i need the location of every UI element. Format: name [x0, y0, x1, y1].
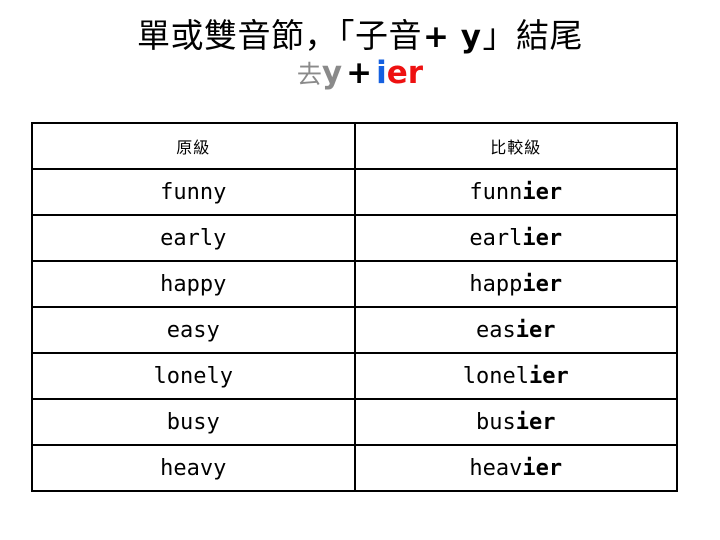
drop-label-cjk: 去	[296, 60, 322, 90]
comparative-table: 原級 比較級 funny funnier early earlier happy…	[31, 122, 678, 492]
header-cell-comparative: 比較級	[353, 122, 678, 170]
comparative-suffix: ier	[528, 363, 569, 389]
comparative-suffix: ier	[522, 271, 563, 297]
cell-comparative: happier	[353, 260, 678, 308]
drop-letter-y: y	[321, 55, 343, 92]
suffix-letter-i: i	[376, 55, 387, 92]
comparative-stem: heav	[469, 455, 523, 481]
cell-positive: early	[31, 214, 356, 262]
title-rule-prefix: 單或雙音節，「子音	[137, 16, 422, 55]
table-row: happy happier	[31, 260, 678, 308]
cell-positive: busy	[31, 398, 356, 446]
slide-title: 單或雙音節，「子音+ y」結尾 去y + ier	[0, 18, 720, 89]
table-row: early earlier	[31, 214, 678, 262]
cell-comparative: easier	[353, 306, 678, 354]
plus-operator-icon: +	[346, 55, 373, 92]
comparative-suffix: ier	[522, 179, 563, 205]
cell-comparative: funnier	[353, 168, 678, 216]
comparative-stem: eas	[476, 317, 516, 343]
table-row: easy easier	[31, 306, 678, 354]
title-rule-suffix: 」結尾	[482, 16, 583, 55]
cell-comparative: heavier	[353, 444, 678, 492]
table-row: funny funnier	[31, 168, 678, 216]
comparative-stem: funn	[469, 179, 523, 205]
cell-positive: happy	[31, 260, 356, 308]
header-cell-positive: 原級	[31, 122, 356, 170]
comparative-suffix: ier	[522, 455, 563, 481]
slide-canvas: 單或雙音節，「子音+ y」結尾 去y + ier 原級 比較級 funny funn…	[0, 0, 720, 540]
table-header-row: 原級 比較級	[31, 122, 678, 170]
title-line-2: 去y + ier	[0, 58, 720, 89]
cell-positive: heavy	[31, 444, 356, 492]
cell-positive: lonely	[31, 352, 356, 400]
comparative-suffix: ier	[515, 317, 556, 343]
comparative-table-wrapper: 原級 比較級 funny funnier early earlier happy…	[31, 122, 678, 492]
table-row: heavy heavier	[31, 444, 678, 492]
title-line-1: 單或雙音節，「子音+ y」結尾	[0, 18, 720, 54]
comparative-suffix: ier	[522, 225, 563, 251]
cell-comparative: busier	[353, 398, 678, 446]
suffix-letters-er: er	[386, 55, 424, 92]
cell-positive: funny	[31, 168, 356, 216]
table-row: lonely lonelier	[31, 352, 678, 400]
table-row: busy busier	[31, 398, 678, 446]
cell-comparative: lonelier	[353, 352, 678, 400]
comparative-stem: happ	[469, 271, 523, 297]
comparative-stem: earl	[469, 225, 523, 251]
cell-positive: easy	[31, 306, 356, 354]
comparative-suffix: ier	[515, 409, 556, 435]
title-plus-y: + y	[423, 19, 482, 55]
comparative-stem: bus	[476, 409, 516, 435]
comparative-stem: lonel	[462, 363, 529, 389]
cell-comparative: earlier	[353, 214, 678, 262]
